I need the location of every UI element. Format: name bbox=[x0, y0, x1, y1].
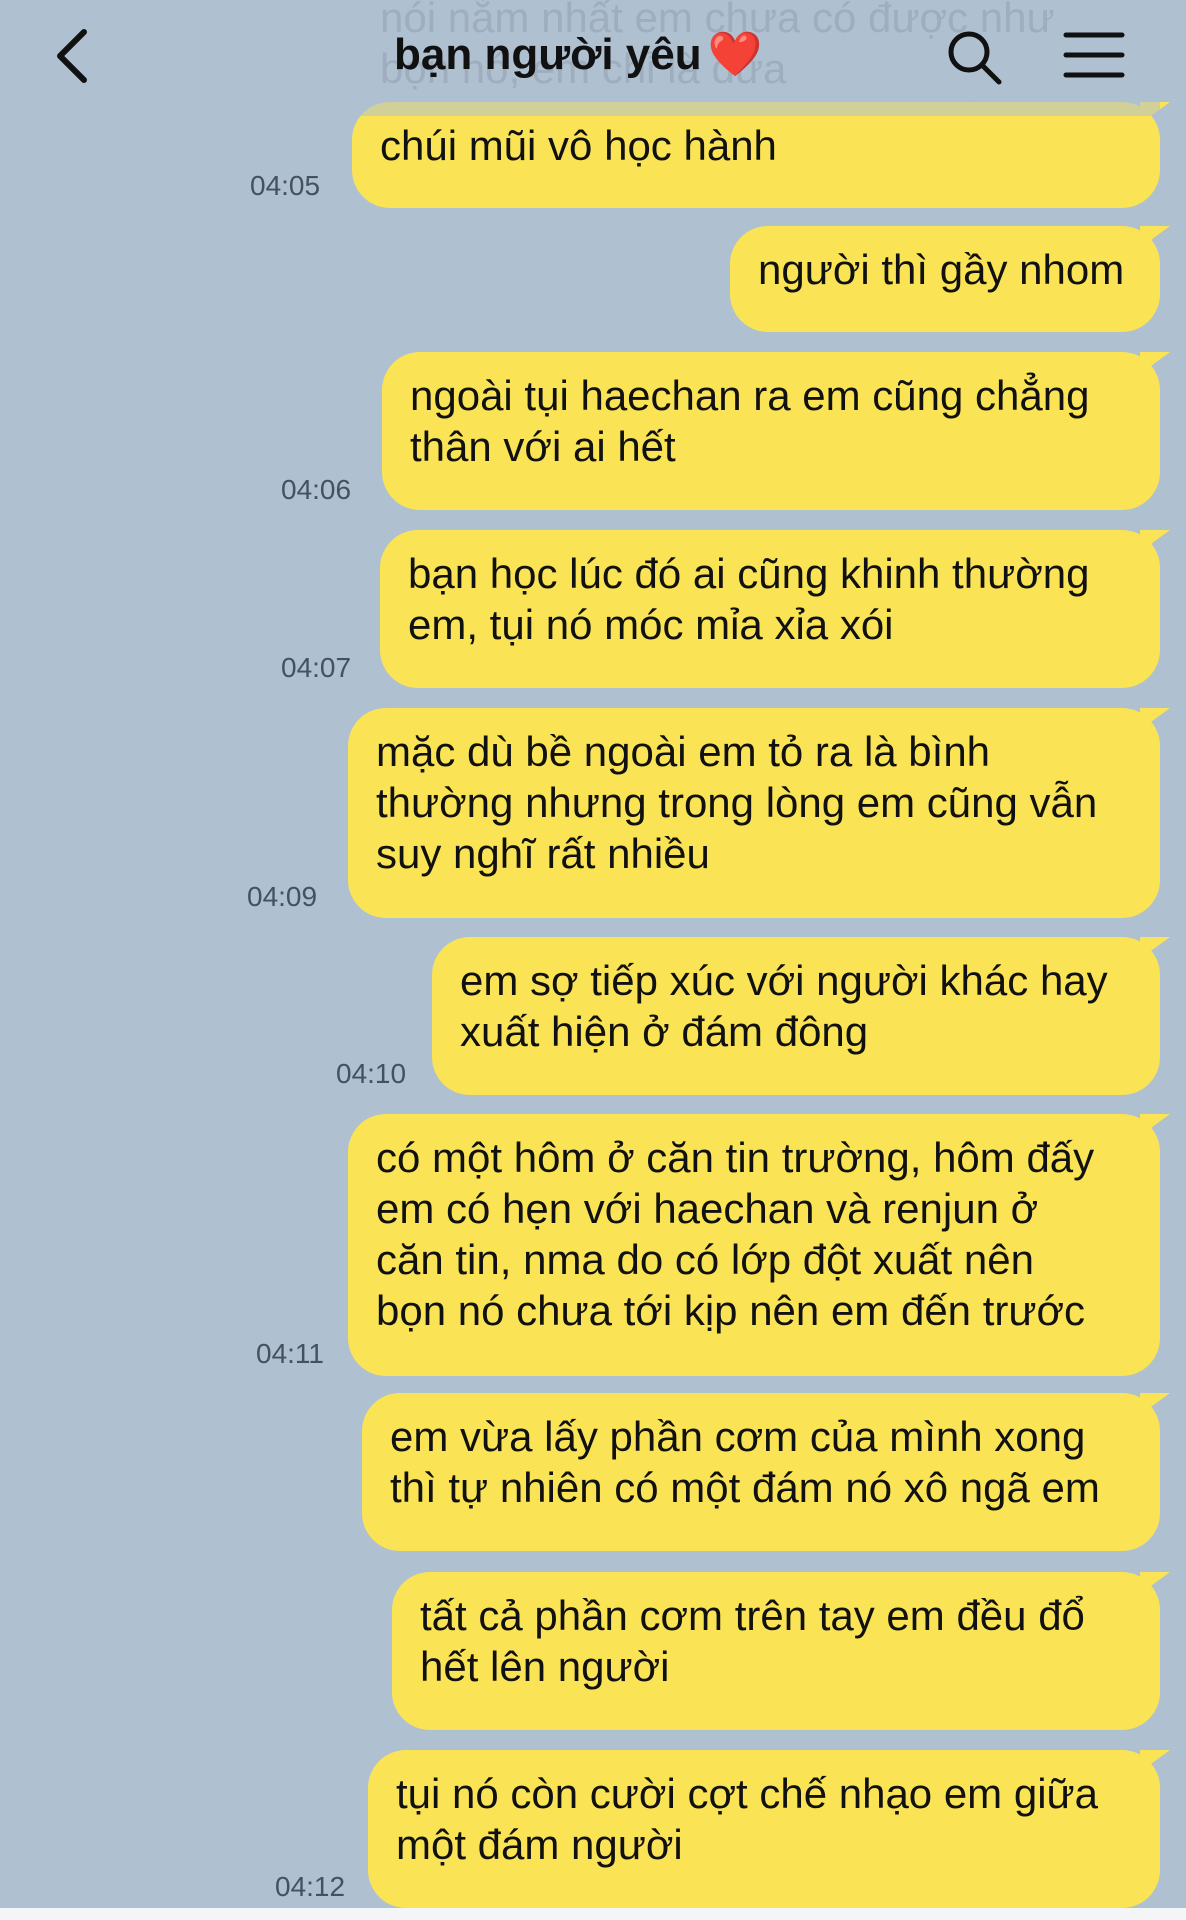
bottom-edge bbox=[0, 1908, 1186, 1920]
chat-title: bạn người yêu ❤️ bbox=[394, 28, 762, 80]
chat-area[interactable]: nói nằm nhất em chưa có được như bọn nó,… bbox=[0, 0, 1186, 1920]
message-text: mặc dù bề ngoài em tỏ ra là bình thường … bbox=[376, 728, 1098, 877]
message-timestamp: 04:05 bbox=[250, 170, 321, 201]
message-bubble[interactable]: mặc dù bề ngoài em tỏ ra là bình thường … bbox=[348, 708, 1170, 918]
message-text: người thì gầy nhom bbox=[758, 246, 1125, 293]
message-bubble[interactable]: tất cả phần cơm trên tay em đều đổ hết l… bbox=[392, 1572, 1170, 1730]
bubble-tail bbox=[1140, 530, 1170, 552]
bubble-tail bbox=[1140, 1114, 1170, 1136]
bubble-tail bbox=[1140, 352, 1170, 374]
message-bubble[interactable]: bạn học lúc đó ai cũng khinh thường em, … bbox=[380, 530, 1170, 688]
bubble-tail bbox=[1140, 708, 1170, 730]
message-bubble[interactable]: có một hôm ở căn tin trường, hôm đấy em … bbox=[348, 1114, 1170, 1376]
message-timestamp: 04:11 bbox=[256, 1338, 324, 1369]
message-timestamp: 04:12 bbox=[275, 1871, 346, 1902]
message-text: có một hôm ở căn tin trường, hôm đấy em … bbox=[376, 1134, 1095, 1334]
message-bubble[interactable]: ngoài tụi haechan ra em cũng chẳng thân … bbox=[382, 352, 1170, 510]
message-text: ngoài tụi haechan ra em cũng chẳng thân … bbox=[410, 372, 1090, 470]
heart-emoji: ❤️ bbox=[707, 30, 763, 79]
back-button[interactable] bbox=[46, 26, 102, 86]
bubble-tail bbox=[1140, 1393, 1170, 1415]
message-bubble[interactable]: em vừa lấy phần cơm của mình xong thì tự… bbox=[362, 1393, 1170, 1551]
chevron-left-icon bbox=[57, 29, 87, 83]
message-timestamp: 04:06 bbox=[281, 474, 352, 505]
chat-title-text: bạn người yêu bbox=[394, 30, 702, 79]
chat-header: bạn người yêu ❤️ bbox=[0, 0, 1186, 116]
message-bubble[interactable]: em sợ tiếp xúc với người khác hay xuất h… bbox=[432, 937, 1170, 1095]
message-text: tụi nó còn cười cợt chế nhạo em giữa một… bbox=[396, 1770, 1099, 1868]
message-text: bạn học lúc đó ai cũng khinh thường em, … bbox=[408, 550, 1090, 648]
message-timestamp: 04:07 bbox=[281, 652, 352, 683]
message-timestamp: 04:10 bbox=[336, 1058, 407, 1089]
bubble-tail bbox=[1140, 937, 1170, 959]
search-button[interactable] bbox=[945, 28, 1005, 88]
message-bubble[interactable]: tụi nó còn cười cợt chế nhạo em giữa một… bbox=[368, 1750, 1170, 1908]
bubble-tail bbox=[1140, 1750, 1170, 1772]
message-bubble[interactable]: người thì gầy nhom bbox=[730, 226, 1170, 332]
hamburger-menu-icon bbox=[1063, 32, 1125, 78]
message-text: tất cả phần cơm trên tay em đều đổ hết l… bbox=[420, 1592, 1085, 1690]
message-text: em sợ tiếp xúc với người khác hay xuất h… bbox=[460, 957, 1108, 1055]
menu-button[interactable] bbox=[1063, 30, 1125, 80]
message-bubble[interactable]: chúi mũi vô học hành bbox=[352, 102, 1170, 208]
message-text: em vừa lấy phần cơm của mình xong thì tự… bbox=[390, 1413, 1100, 1511]
bubble-tail bbox=[1140, 1572, 1170, 1594]
bubble-tail bbox=[1140, 226, 1170, 248]
search-icon bbox=[948, 31, 1002, 85]
message-timestamp: 04:09 bbox=[247, 881, 318, 912]
message-text: chúi mũi vô học hành bbox=[380, 122, 777, 169]
